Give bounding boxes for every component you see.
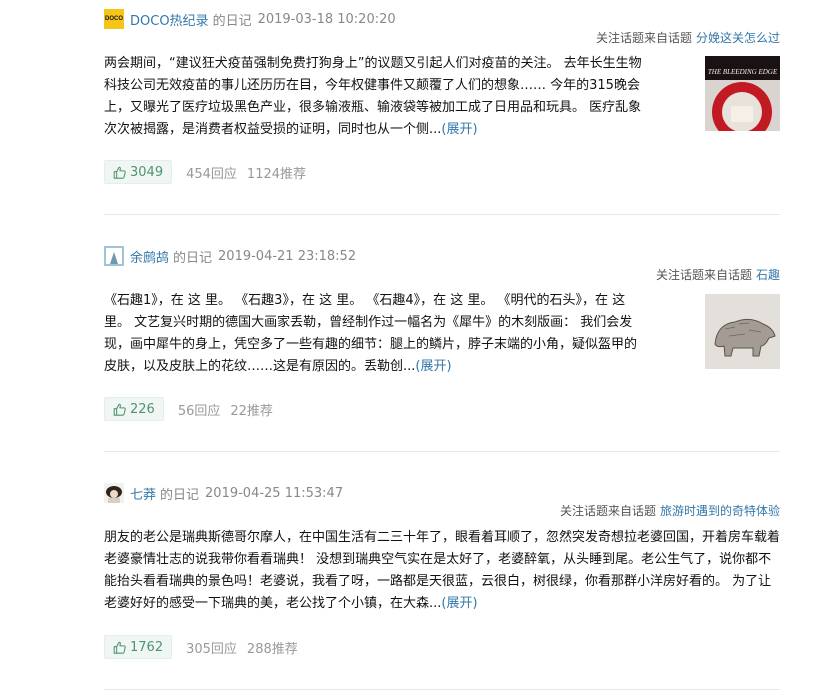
topic-link[interactable]: 石趣 — [756, 268, 780, 282]
item-divider — [104, 451, 780, 452]
author-avatar[interactable] — [104, 246, 124, 266]
topic-line: 关注话题来自话题 分娩这关怎么过 — [596, 29, 780, 46]
item-actions: 3049 454回应 1124推荐 — [104, 160, 306, 184]
diary-label: 的日记 — [160, 487, 200, 503]
avatar-logo-text: DOCO — [105, 16, 123, 22]
recommends-link[interactable]: 1124推荐 — [247, 163, 306, 182]
diary-excerpt: 两会期间，“建议狂犬疫苗强制免费打狗身上”的议题又引起人们对疫苗的关注。 去年长… — [104, 53, 646, 141]
author-avatar[interactable] — [104, 483, 124, 503]
rhinoceros-woodcut-image — [705, 294, 780, 369]
topic-prefix: 关注话题来自话题 — [559, 504, 656, 518]
expand-link[interactable]: (展开) — [441, 596, 477, 611]
author-name-link[interactable]: 余鹧鸪 — [130, 247, 169, 266]
like-count: 226 — [130, 401, 155, 417]
avatar-image — [104, 246, 124, 266]
topic-line: 关注话题来自话题 石趣 — [656, 266, 780, 283]
diary-label: 的日记 — [212, 13, 252, 29]
like-button[interactable]: 3049 — [104, 160, 173, 184]
item-meta: 余鹧鸪 的日记 2019-04-21 23:18:52 — [104, 245, 356, 267]
like-count: 3049 — [130, 164, 164, 180]
post-date: 2019-04-25 11:53:47 — [205, 485, 344, 501]
replies-link[interactable]: 454回应 — [186, 163, 237, 182]
like-count: 1762 — [130, 639, 164, 655]
topic-link[interactable]: 分娩这关怎么过 — [696, 31, 780, 45]
diary-thumbnail[interactable]: THE BLEEDING EDGE — [705, 56, 780, 131]
item-actions: 1762 305回应 288推荐 — [104, 635, 298, 659]
thumbs-up-icon — [113, 403, 126, 416]
diary-excerpt: 朋友的老公是瑞典斯德哥尔摩人，在中国生活有二三十年了，眼看着耳顺了，忽然突发奇想… — [104, 527, 780, 615]
item-meta: 七莽 的日记 2019-04-25 11:53:47 — [104, 482, 343, 504]
like-button[interactable]: 1762 — [104, 635, 173, 659]
author-name-link[interactable]: DOCO热纪录 — [130, 10, 209, 29]
item-actions: 226 56回应 22推荐 — [104, 397, 273, 421]
author-name-link[interactable]: 七莽 — [130, 484, 156, 503]
diary-label: 的日记 — [173, 250, 213, 266]
excerpt-text: 《石趣1》，在 这 里。 《石趣3》，在 这 里。 《石趣4》，在 这 里。 《… — [104, 293, 638, 374]
post-date: 2019-04-21 23:18:52 — [218, 248, 357, 264]
expand-link[interactable]: (展开) — [441, 122, 477, 137]
thumbs-up-icon — [113, 166, 126, 179]
thumbs-up-icon — [113, 641, 126, 654]
item-divider — [104, 214, 780, 215]
excerpt-text: 两会期间，“建议狂犬疫苗强制免费打狗身上”的议题又引起人们对疫苗的关注。 去年长… — [104, 56, 642, 137]
thumbnail-cover-text: THE BLEEDING EDGE — [707, 68, 778, 76]
post-date: 2019-03-18 10:20:20 — [257, 11, 396, 27]
diary-thumbnail[interactable] — [705, 294, 780, 369]
diary-excerpt: 《石趣1》，在 这 里。 《石趣3》，在 这 里。 《石趣4》，在 这 里。 《… — [104, 290, 646, 378]
topic-link[interactable]: 旅游时遇到的奇特体验 — [660, 504, 780, 518]
recommends-link[interactable]: 288推荐 — [247, 638, 298, 657]
expand-link[interactable]: (展开) — [415, 359, 451, 374]
item-meta: DOCO DOCO热纪录 的日记 2019-03-18 10:20:20 — [104, 8, 396, 30]
topic-prefix: 关注话题来自话题 — [655, 268, 752, 282]
item-divider — [104, 689, 780, 690]
replies-link[interactable]: 56回应 — [178, 400, 221, 419]
recommends-link[interactable]: 22推荐 — [230, 400, 273, 419]
topic-prefix: 关注话题来自话题 — [595, 31, 692, 45]
author-avatar[interactable]: DOCO — [104, 9, 124, 29]
like-button[interactable]: 226 — [104, 397, 164, 421]
topic-line: 关注话题来自话题 旅游时遇到的奇特体验 — [560, 502, 780, 519]
replies-link[interactable]: 305回应 — [186, 638, 237, 657]
avatar-image — [104, 483, 124, 503]
